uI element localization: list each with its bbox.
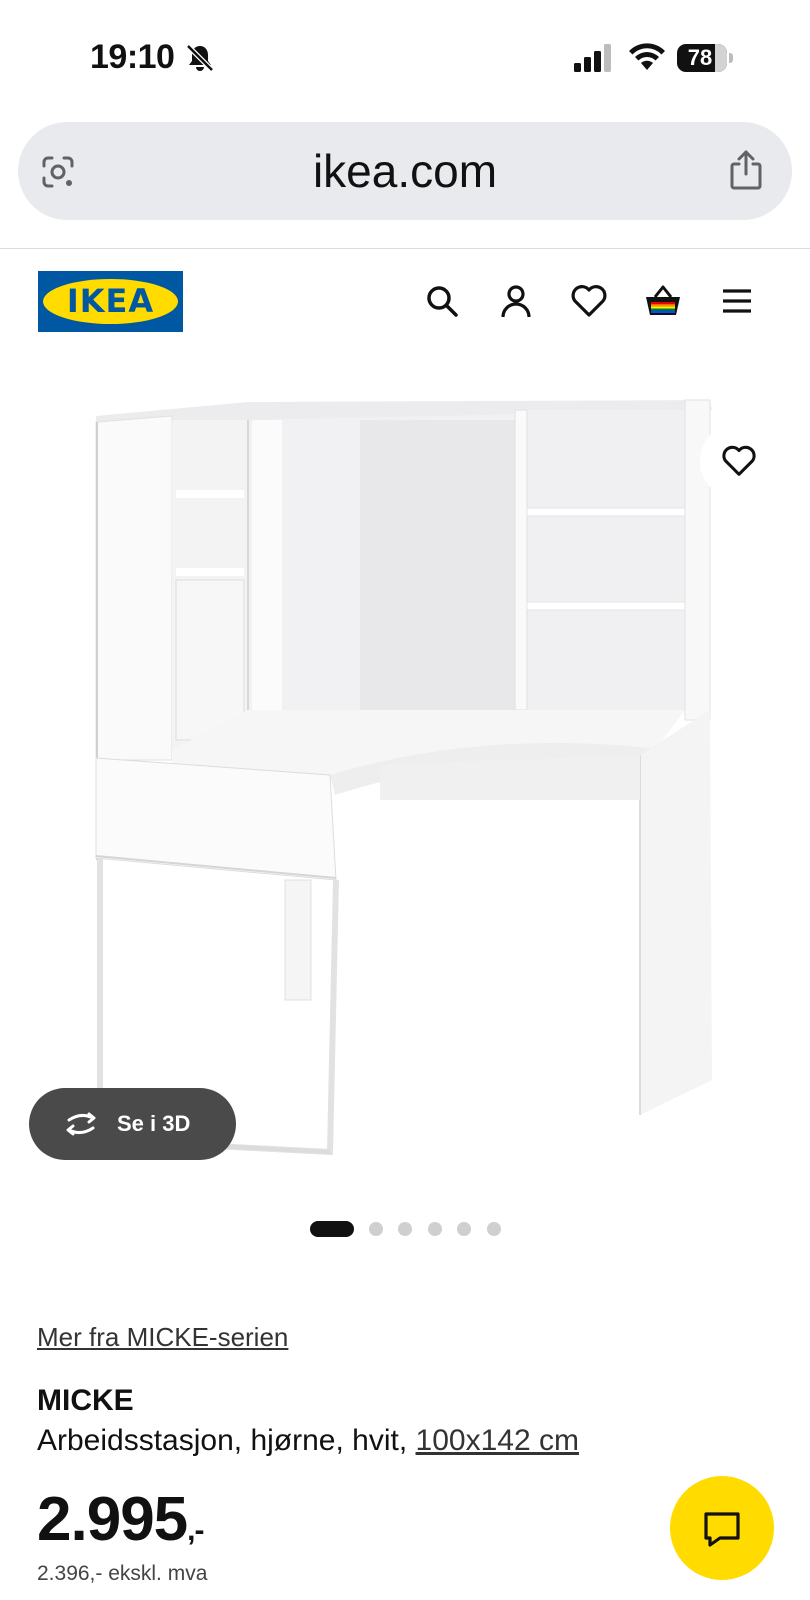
see-in-3d-button[interactable]: Se i 3D xyxy=(29,1088,236,1160)
menu-icon[interactable] xyxy=(717,281,757,321)
search-icon[interactable] xyxy=(422,281,462,321)
chat-bubble-icon xyxy=(704,1512,740,1547)
battery-level: 78 xyxy=(687,45,713,70)
see-in-3d-label: Se i 3D xyxy=(117,1111,191,1136)
series-link[interactable]: Mer fra MICKE-serien xyxy=(37,1322,288,1353)
status-time: 19:10 xyxy=(90,38,175,76)
pagination-dot[interactable] xyxy=(369,1222,383,1236)
product-name: MICKE xyxy=(37,1384,134,1417)
header-divider xyxy=(0,248,810,249)
status-bar: 19:10 78 xyxy=(0,0,810,110)
cellular-signal-icon xyxy=(574,44,611,72)
price-main: 2.995 xyxy=(37,1485,188,1554)
product-description-text: Arbeidsstasjon, hjørne, hvit, xyxy=(37,1424,408,1457)
rotate-3d-icon xyxy=(66,1112,96,1136)
product-dimensions-link[interactable]: 100x142 cm xyxy=(416,1424,579,1457)
pagination-dot-active[interactable] xyxy=(310,1221,354,1237)
account-icon[interactable] xyxy=(496,281,536,321)
shopping-basket-icon[interactable] xyxy=(643,281,683,321)
add-to-favorites-button[interactable] xyxy=(700,422,778,500)
browser-url-bar[interactable]: ikea.com xyxy=(18,122,792,220)
pagination-dot[interactable] xyxy=(457,1222,471,1236)
price-excl-vat: 2.396,- ekskl. mva xyxy=(37,1562,208,1585)
pagination-dot[interactable] xyxy=(487,1222,501,1236)
chat-button[interactable] xyxy=(670,1476,774,1580)
price-suffix: ,- xyxy=(187,1514,204,1547)
product-description: Arbeidsstasjon, hjørne, hvit, 100x142 cm xyxy=(37,1424,579,1458)
battery-icon: 78 xyxy=(677,44,735,72)
pagination-dot[interactable] xyxy=(398,1222,412,1236)
url-text[interactable]: ikea.com xyxy=(18,122,792,220)
product-image[interactable] xyxy=(0,380,810,1180)
image-pagination xyxy=(0,1218,810,1238)
bell-off-icon xyxy=(186,44,214,72)
wifi-icon xyxy=(629,43,665,70)
share-icon[interactable] xyxy=(728,150,764,190)
product-price: 2.995,- xyxy=(37,1484,205,1555)
wishlist-heart-icon[interactable] xyxy=(569,281,609,321)
pagination-dot[interactable] xyxy=(428,1222,442,1236)
heart-icon xyxy=(722,445,756,476)
ikea-logo[interactable]: IKEA xyxy=(38,271,183,332)
